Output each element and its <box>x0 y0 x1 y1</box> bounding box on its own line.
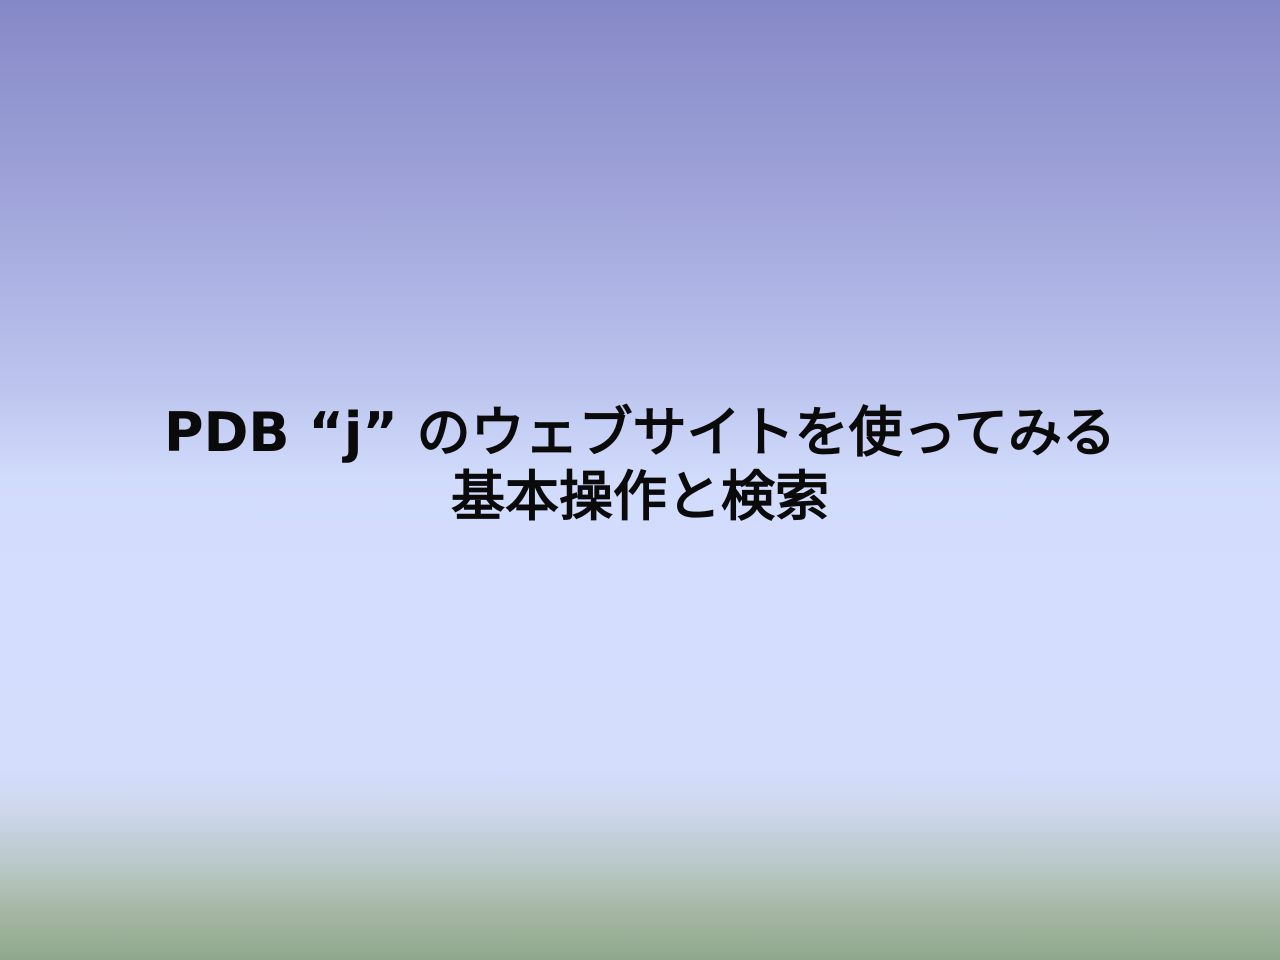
slide-background: PDB “j” のウェブサイトを使ってみる 基本操作と検索 <box>0 0 1280 960</box>
slide-title-line-1: PDB “j” のウェブサイトを使ってみる <box>164 401 1116 464</box>
slide-title-line-2: 基本操作と検索 <box>451 465 829 528</box>
slide-title: PDB “j” のウェブサイトを使ってみる 基本操作と検索 <box>0 398 1280 532</box>
